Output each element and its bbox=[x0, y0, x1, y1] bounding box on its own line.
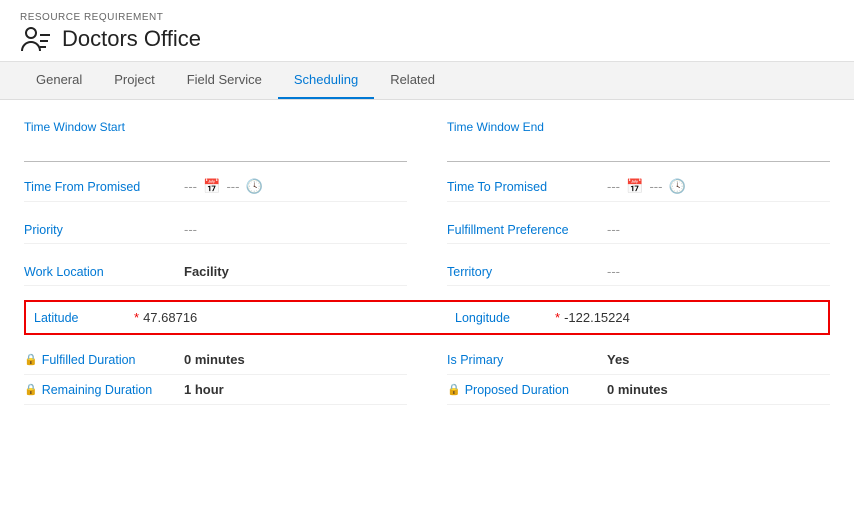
tab-general[interactable]: General bbox=[20, 62, 98, 99]
tab-scheduling[interactable]: Scheduling bbox=[278, 62, 374, 99]
resource-label: RESOURCE REQUIREMENT bbox=[20, 12, 834, 23]
remaining-duration-value: 1 hour bbox=[184, 382, 224, 397]
time-from-time: --- bbox=[226, 179, 239, 194]
bottom-section: 🔒 Fulfilled Duration 0 minutes 🔒 Remaini… bbox=[24, 345, 830, 405]
fulfillment-preference-label: Fulfillment Preference bbox=[447, 223, 607, 237]
work-location-col: Work Location Facility bbox=[24, 258, 407, 286]
fulfilled-duration-label: 🔒 Fulfilled Duration bbox=[24, 353, 184, 367]
time-window-start-input[interactable] bbox=[24, 138, 407, 162]
priority-section: Priority --- Fulfillment Preference --- bbox=[24, 216, 830, 244]
time-window-end-col: Time Window End bbox=[447, 120, 830, 162]
latitude-label: Latitude bbox=[34, 311, 134, 325]
latitude-value[interactable]: 47.68716 bbox=[143, 310, 197, 325]
scheduling-content: Time Window Start Time Window End Time F… bbox=[0, 100, 854, 425]
time-from-promised-row: Time From Promised --- 📅 --- 🕓 bbox=[24, 172, 407, 202]
tab-related[interactable]: Related bbox=[374, 62, 451, 99]
priority-label: Priority bbox=[24, 223, 184, 237]
clock-icon-to[interactable]: 🕓 bbox=[668, 178, 685, 195]
lat-lon-highlight-box: Latitude * 47.68716 Longitude * -122.152… bbox=[24, 300, 830, 335]
work-location-label: Work Location bbox=[24, 265, 184, 279]
longitude-required-star: * bbox=[555, 310, 560, 325]
latitude-field-row: Latitude * 47.68716 bbox=[26, 304, 407, 331]
work-location-value: Facility bbox=[184, 264, 229, 279]
territory-row: Territory --- bbox=[447, 258, 830, 286]
time-promised-section: Time From Promised --- 📅 --- 🕓 Time To P… bbox=[24, 172, 830, 202]
tab-project[interactable]: Project bbox=[98, 62, 170, 99]
proposed-duration-row: 🔒 Proposed Duration 0 minutes bbox=[447, 375, 830, 405]
time-window-end-input[interactable] bbox=[447, 138, 830, 162]
longitude-col: Longitude * -122.15224 bbox=[447, 304, 828, 331]
page-header: RESOURCE REQUIREMENT Doctors Office bbox=[0, 0, 854, 62]
time-to-promised-label: Time To Promised bbox=[447, 180, 607, 194]
is-primary-label: Is Primary bbox=[447, 353, 607, 367]
is-primary-row: Is Primary Yes bbox=[447, 345, 830, 375]
time-to-time: --- bbox=[649, 179, 662, 194]
fulfillment-preference-row: Fulfillment Preference --- bbox=[447, 216, 830, 244]
time-from-values: --- 📅 --- 🕓 bbox=[184, 178, 263, 195]
time-to-promised-row: Time To Promised --- 📅 --- 🕓 bbox=[447, 172, 830, 202]
time-window-section: Time Window Start Time Window End bbox=[24, 120, 830, 162]
fulfilled-duration-value: 0 minutes bbox=[184, 352, 245, 367]
proposed-duration-label: 🔒 Proposed Duration bbox=[447, 383, 607, 397]
is-primary-value: Yes bbox=[607, 352, 629, 367]
proposed-duration-value: 0 minutes bbox=[607, 382, 668, 397]
time-to-col: Time To Promised --- 📅 --- 🕓 bbox=[447, 172, 830, 202]
fulfilled-duration-col: 🔒 Fulfilled Duration 0 minutes 🔒 Remaini… bbox=[24, 345, 407, 405]
remaining-duration-row: 🔒 Remaining Duration 1 hour bbox=[24, 375, 407, 405]
latitude-col: Latitude * 47.68716 bbox=[26, 304, 407, 331]
time-to-date: --- bbox=[607, 179, 620, 194]
territory-value: --- bbox=[607, 264, 620, 279]
territory-col: Territory --- bbox=[447, 258, 830, 286]
time-from-col: Time From Promised --- 📅 --- 🕓 bbox=[24, 172, 407, 202]
longitude-value[interactable]: -122.15224 bbox=[564, 310, 630, 325]
calendar-icon-from[interactable]: 📅 bbox=[203, 178, 220, 195]
latitude-required-star: * bbox=[134, 310, 139, 325]
fulfillment-preference-value: --- bbox=[607, 222, 620, 237]
resource-icon bbox=[20, 25, 52, 53]
work-location-row: Work Location Facility bbox=[24, 258, 407, 286]
longitude-field-row: Longitude * -122.15224 bbox=[447, 304, 828, 331]
priority-value: --- bbox=[184, 222, 197, 237]
territory-label: Territory bbox=[447, 265, 607, 279]
priority-col: Priority --- bbox=[24, 216, 407, 244]
time-window-start-label: Time Window Start bbox=[24, 120, 407, 134]
priority-row: Priority --- bbox=[24, 216, 407, 244]
work-location-section: Work Location Facility Territory --- bbox=[24, 258, 830, 286]
lock-icon-fulfilled: 🔒 bbox=[24, 353, 38, 366]
time-from-date: --- bbox=[184, 179, 197, 194]
lock-icon-proposed: 🔒 bbox=[447, 383, 461, 396]
time-window-end-label: Time Window End bbox=[447, 120, 830, 134]
tab-bar: General Project Field Service Scheduling… bbox=[0, 62, 854, 100]
clock-icon-from[interactable]: 🕓 bbox=[245, 178, 262, 195]
time-to-values: --- 📅 --- 🕓 bbox=[607, 178, 686, 195]
lock-icon-remaining: 🔒 bbox=[24, 383, 38, 396]
longitude-label: Longitude bbox=[455, 311, 555, 325]
page-title: Doctors Office bbox=[62, 26, 201, 52]
is-primary-col: Is Primary Yes 🔒 Proposed Duration 0 min… bbox=[447, 345, 830, 405]
fulfilled-duration-row: 🔒 Fulfilled Duration 0 minutes bbox=[24, 345, 407, 375]
time-window-start-col: Time Window Start bbox=[24, 120, 407, 162]
fulfillment-col: Fulfillment Preference --- bbox=[447, 216, 830, 244]
lat-lon-row: Latitude * 47.68716 Longitude * -122.152… bbox=[26, 304, 828, 331]
remaining-duration-label: 🔒 Remaining Duration bbox=[24, 383, 184, 397]
time-from-promised-label: Time From Promised bbox=[24, 180, 184, 194]
tab-field-service[interactable]: Field Service bbox=[171, 62, 278, 99]
calendar-icon-to[interactable]: 📅 bbox=[626, 178, 643, 195]
